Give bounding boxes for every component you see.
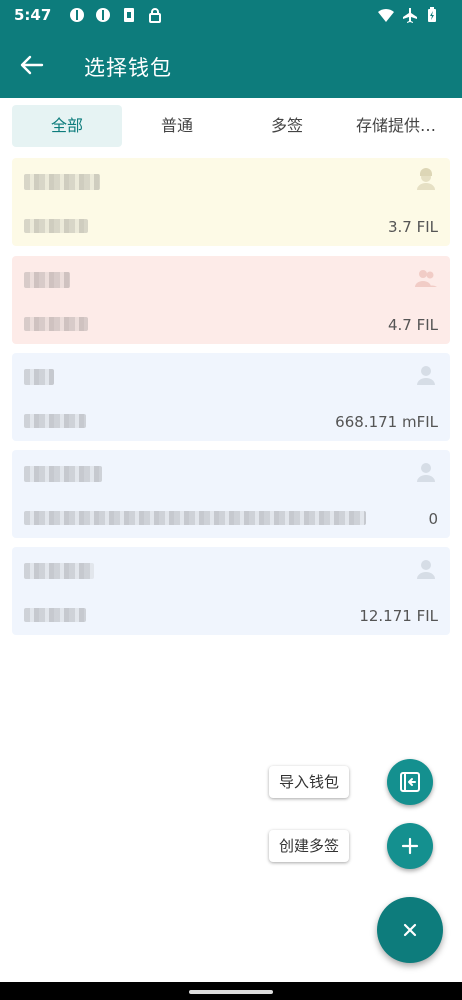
tab-storage-provider[interactable]: 存储提供… [342, 105, 450, 147]
close-fab-button[interactable] [377, 897, 443, 963]
wallet-balance: 0 [428, 510, 438, 528]
battery-icon [428, 7, 436, 22]
app-notification-icon-2 [96, 8, 110, 22]
close-icon [403, 923, 417, 937]
status-bar: 5:47 [0, 0, 462, 32]
wallet-balance: 4.7 FIL [387, 316, 438, 334]
sim-card-icon [124, 8, 134, 22]
wallet-card[interactable]: 12.171 FIL [12, 547, 450, 635]
wallet-address-redacted [24, 413, 86, 428]
status-time: 5:47 [14, 6, 52, 24]
lock-icon [149, 8, 161, 23]
wallet-type-tabs: 全部 普通 多签 存储提供… [12, 105, 450, 147]
wallet-card[interactable]: 3.7 FIL [12, 158, 450, 246]
home-gesture-handle[interactable] [189, 990, 273, 994]
tab-all[interactable]: 全部 [12, 105, 122, 147]
airplane-mode-icon [403, 8, 417, 23]
worker-icon [417, 168, 435, 190]
create-multisig-button[interactable] [387, 823, 433, 869]
app-notification-icon [70, 8, 84, 22]
wallet-card[interactable]: 4.7 FIL [12, 256, 450, 344]
tab-normal[interactable]: 普通 [122, 105, 232, 147]
page-title: 选择钱包 [84, 56, 172, 80]
wallet-balance: 668.171 mFIL [335, 413, 438, 431]
wallet-balance: 12.171 FIL [359, 607, 438, 625]
wallet-name-redacted [24, 563, 94, 579]
wallet-address-redacted [24, 218, 88, 233]
wallet-address-redacted [24, 607, 86, 622]
wallet-name-redacted [24, 272, 70, 288]
wallet-card[interactable]: 0 [12, 450, 450, 538]
wallet-address-redacted [24, 510, 366, 525]
wifi-icon [378, 8, 394, 22]
user-icon [417, 463, 435, 482]
import-wallet-button[interactable] [387, 759, 433, 805]
plus-icon [401, 837, 419, 855]
wallet-balance: 3.7 FIL [387, 218, 438, 236]
app-bar: 选择钱包 [0, 32, 462, 98]
wallet-name-redacted [24, 174, 100, 190]
import-icon [400, 772, 420, 792]
wallet-name-redacted [24, 369, 54, 385]
wallet-address-redacted [24, 316, 88, 331]
wallet-name-redacted [24, 466, 102, 482]
user-icon [417, 560, 435, 579]
wallet-card[interactable]: 668.171 mFIL [12, 353, 450, 441]
system-nav-bar [0, 982, 462, 1000]
back-arrow-icon[interactable] [16, 50, 46, 80]
import-wallet-label[interactable]: 导入钱包 [269, 766, 350, 798]
tab-multisig[interactable]: 多签 [232, 105, 342, 147]
user-icon [417, 366, 435, 385]
multi-user-icon [415, 270, 437, 287]
create-multisig-label[interactable]: 创建多签 [269, 830, 350, 862]
